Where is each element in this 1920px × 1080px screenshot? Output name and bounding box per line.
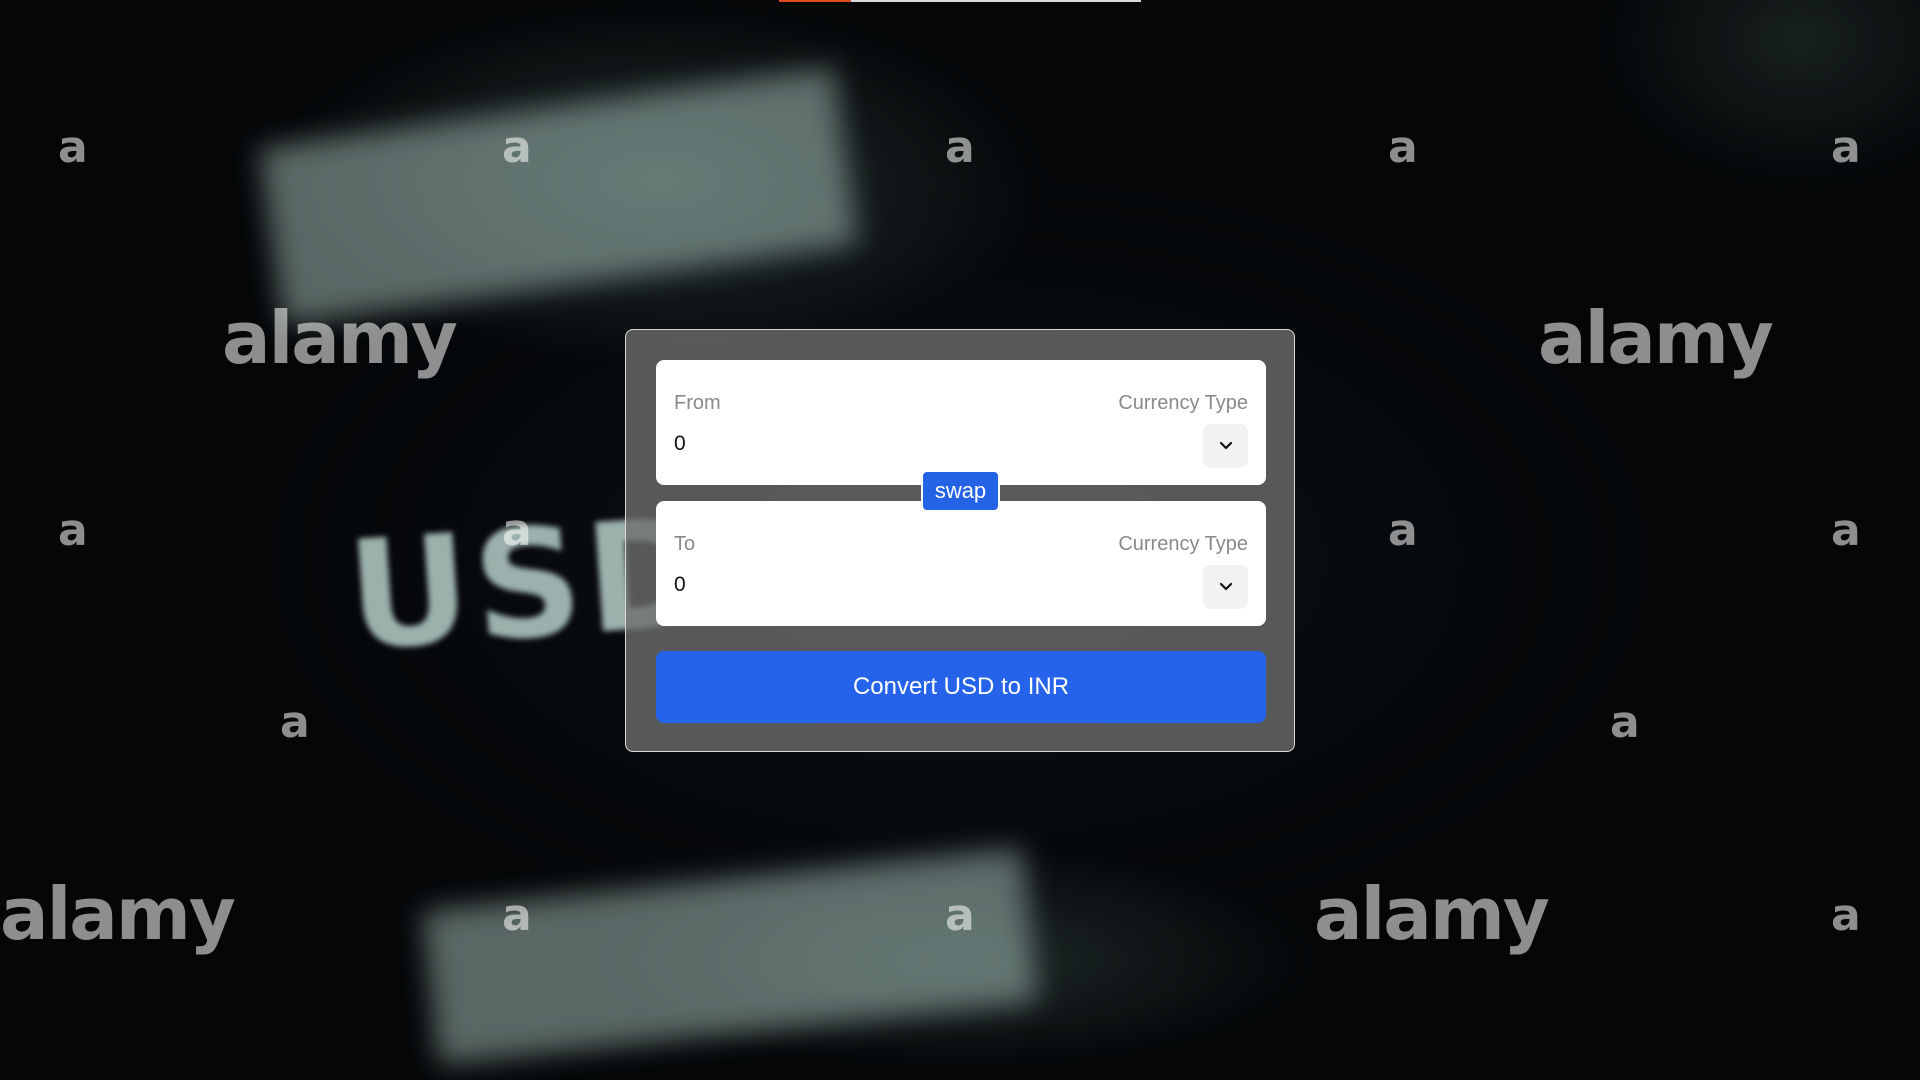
to-currency-select[interactable]	[1203, 565, 1248, 609]
watermark-mark: a	[1388, 505, 1418, 556]
loading-progress-bar	[779, 0, 1141, 2]
watermark-mark: a	[1831, 505, 1861, 556]
watermark-mark: a	[1831, 122, 1861, 173]
watermark-logo: alamy	[1538, 296, 1774, 380]
from-label: From	[674, 392, 721, 414]
to-label: To	[674, 533, 696, 555]
to-field-box: To Currency Type	[656, 501, 1266, 626]
swap-button[interactable]: swap	[921, 470, 1000, 512]
to-amount-input[interactable]	[674, 573, 1074, 597]
from-currency-select[interactable]	[1203, 424, 1248, 468]
background-blur-word: █████	[260, 70, 857, 324]
from-amount-input[interactable]	[674, 432, 1074, 456]
to-currency-type-label: Currency Type	[1118, 533, 1248, 555]
watermark-mark: a	[58, 505, 88, 556]
watermark-mark: a	[280, 697, 310, 748]
currency-converter-card: From Currency Type To Currency Type swap…	[625, 329, 1295, 752]
convert-button[interactable]: Convert USD to INR	[656, 651, 1266, 723]
watermark-mark: a	[945, 122, 975, 173]
watermark-mark: a	[1831, 890, 1861, 941]
background-blur-word: ██████	[423, 849, 1037, 1063]
from-field-box: From Currency Type	[656, 360, 1266, 485]
chevron-down-icon	[1219, 582, 1232, 591]
chevron-down-icon	[1219, 441, 1232, 450]
watermark-logo: alamy	[0, 872, 236, 956]
watermark-mark: a	[1610, 697, 1640, 748]
watermark-mark: a	[1388, 122, 1418, 173]
loading-progress-fill	[779, 0, 851, 2]
from-currency-type-label: Currency Type	[1118, 392, 1248, 414]
watermark-mark: a	[58, 122, 88, 173]
watermark-logo: alamy	[1314, 872, 1550, 956]
